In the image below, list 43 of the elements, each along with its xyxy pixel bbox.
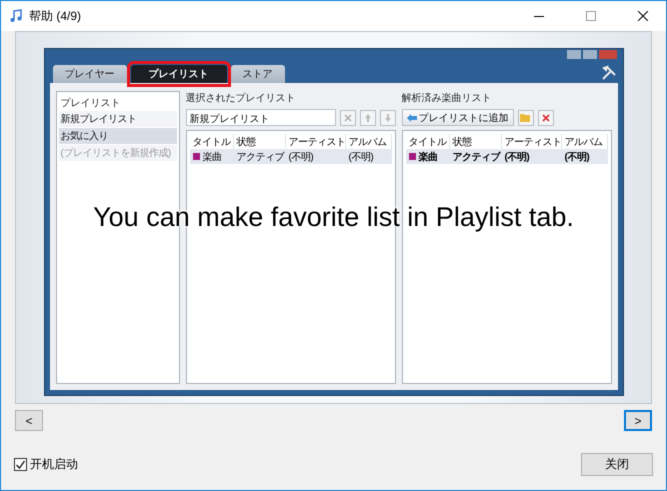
music-note-icon [9,9,23,23]
close-icon [638,11,648,21]
table-cell-text: アクティブ [236,150,286,164]
table-cell: 楽曲 [190,150,234,164]
checkmark-icon [15,459,26,470]
playlist-item[interactable]: お気に入り [58,128,176,144]
playlist-name-field[interactable]: 新規プレイリスト [186,109,336,126]
tab[interactable]: プレイヤー [52,65,126,83]
slide-caption: You can make favorite list in Playlist tab. [93,202,574,232]
delete-button[interactable] [340,110,356,126]
tab[interactable]: ストア [230,65,284,83]
left-arrow-icon [406,114,416,122]
tab[interactable]: プレイリスト [130,65,226,83]
playlist-item[interactable]: 新規プレイリスト [58,111,176,127]
delete-icon [542,114,550,122]
table-cell-text: (不明) [564,150,590,164]
clear-icon [344,114,352,122]
section-label: 選択されたプレイリスト [186,92,296,105]
table-row[interactable]: 楽曲 アクティブ (不明) (不明) [190,149,392,164]
maximize-icon [586,11,596,21]
move-up-button[interactable] [360,110,376,126]
table-cell-text: (不明) [348,150,374,164]
move-down-button[interactable] [380,110,396,126]
sidebar-header: プレイリスト [60,96,122,110]
next-button[interactable]: > [624,410,652,431]
table-cell-text: (不明) [504,150,530,164]
section-label: 解析済み楽曲リスト [402,92,492,105]
open-folder-button[interactable] [518,110,534,126]
window-title: 帮助 (4/9) [29,8,82,24]
tools-icon[interactable] [600,65,616,81]
table-row[interactable]: 楽曲 アクティブ (不明) (不明) [406,149,608,164]
add-to-playlist-button[interactable]: プレイリストに追加 [402,109,514,126]
table-cell: 楽曲 [406,150,450,164]
up-arrow-icon [364,112,372,122]
folder-icon [520,113,531,122]
down-arrow-icon [384,112,392,122]
table-cell-text: アクティブ [452,150,502,164]
autostart-checkbox[interactable]: 开机启动 [14,456,78,473]
table-cell-text: (不明) [288,150,314,164]
remove-button[interactable] [538,110,554,126]
previous-button[interactable]: < [15,410,43,431]
close-dialog-button[interactable]: 关闭 [581,453,653,476]
window-controls-icon [566,50,616,60]
